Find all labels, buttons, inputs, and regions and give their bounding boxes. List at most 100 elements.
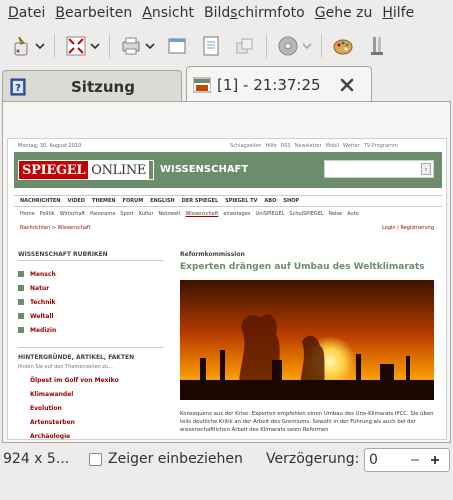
increment-button[interactable] bbox=[425, 449, 445, 471]
bullet-icon bbox=[18, 299, 24, 305]
website-banner: SPIEGEL ONLINE WISSENSCHAFT › bbox=[14, 152, 442, 188]
disc-dropdown[interactable] bbox=[301, 33, 313, 59]
subnav-item: UniSPIEGEL bbox=[255, 211, 285, 217]
palette-icon bbox=[333, 39, 353, 55]
chevron-down-icon bbox=[302, 43, 312, 49]
menu-item-5[interactable]: Hilfe bbox=[380, 5, 422, 21]
nav-item: SHOP bbox=[283, 198, 300, 204]
sidebar-link: Artensterben bbox=[30, 418, 75, 426]
document-icon bbox=[203, 36, 219, 56]
menu-item-2[interactable]: Ansicht bbox=[140, 5, 202, 21]
delay-label: Verzögerung: bbox=[266, 451, 360, 467]
toplink: Schlagzeilen bbox=[230, 143, 262, 149]
website-nav: NACHRICHTEN VIDEO THEMEN FORUM ENGLISH DER SP… bbox=[14, 195, 442, 207]
subnav-item: Reise bbox=[328, 211, 343, 217]
website-section-title: WISSENSCHAFT bbox=[160, 164, 249, 175]
website-subnav: Home Politik Wirtschaft Panorama Sport Kultur… bbox=[14, 209, 442, 219]
article-image bbox=[180, 280, 434, 400]
nav-item: THEMEN bbox=[92, 198, 116, 204]
statusbar: 924 x 5... Zeiger einbeziehen Verzögerun… bbox=[0, 448, 453, 474]
fit-button[interactable] bbox=[63, 33, 89, 59]
sidebar-item: Natur bbox=[18, 281, 164, 295]
decrement-button[interactable] bbox=[405, 449, 425, 471]
tab-screenshot-label: [1] - 21:37:25 bbox=[217, 75, 321, 94]
tools-button[interactable] bbox=[364, 33, 390, 59]
sidebar-item: Medizin bbox=[18, 323, 164, 337]
close-tab-button[interactable] bbox=[339, 77, 355, 93]
toplink: Newsletter bbox=[294, 143, 322, 149]
subnav-item: Kultur bbox=[138, 211, 154, 217]
tab-session[interactable]: ? Sitzung bbox=[2, 70, 182, 102]
spiegel-logo: SPIEGEL ONLINE bbox=[18, 160, 154, 180]
toolbar-separator bbox=[321, 34, 322, 58]
menu-item-0[interactable]: Datei bbox=[6, 5, 53, 21]
website-sidebar: WISSENSCHAFT RUBRIKEN Mensch Natur Technik… bbox=[18, 251, 164, 440]
tools-icon bbox=[371, 37, 383, 55]
screenshot-preview[interactable]: Montag, 30. August 2010 Schlagzeilen Hilf… bbox=[7, 138, 447, 440]
screenshot-thumbnail-icon bbox=[193, 77, 211, 92]
website-article: Reformkommission Experten drängen auf Um… bbox=[180, 251, 434, 434]
website-date: Montag, 30. August 2010 bbox=[18, 143, 82, 149]
nav-item: FORUM bbox=[122, 198, 144, 204]
toolbar-separator bbox=[54, 34, 55, 58]
screenshot-preview-frame: Montag, 30. August 2010 Schlagzeilen Hilf… bbox=[2, 101, 451, 443]
copy-button[interactable] bbox=[232, 33, 258, 59]
sidebar-item: Weltall bbox=[18, 309, 164, 323]
minus-icon bbox=[411, 459, 419, 461]
window-button[interactable] bbox=[164, 33, 190, 59]
delay-value[interactable]: 0 bbox=[369, 452, 405, 468]
fit-icon bbox=[66, 36, 86, 56]
article-headline: Experten drängen auf Umbau des Weltklima… bbox=[180, 262, 425, 272]
print-dropdown[interactable] bbox=[144, 33, 156, 59]
disc-icon bbox=[278, 36, 298, 56]
plus-icon bbox=[431, 456, 439, 464]
print-button[interactable] bbox=[118, 33, 144, 59]
fit-dropdown[interactable] bbox=[89, 33, 101, 59]
subnav-item: SchulSPIEGEL bbox=[289, 211, 324, 217]
article-kicker: Reformkommission bbox=[180, 251, 245, 258]
toolbar-separator bbox=[109, 34, 110, 58]
chevron-down-icon bbox=[145, 43, 155, 49]
disc-button[interactable] bbox=[275, 33, 301, 59]
menu-item-3[interactable]: Bildschirmfoto bbox=[202, 5, 313, 21]
subnav-item: Auto bbox=[347, 211, 359, 217]
include-pointer-checkbox[interactable] bbox=[89, 453, 102, 466]
include-pointer-label[interactable]: Zeiger einbeziehen bbox=[108, 451, 243, 467]
clean-button[interactable] bbox=[8, 33, 34, 59]
bullet-icon bbox=[18, 285, 24, 291]
nav-item: ENGLISH bbox=[150, 198, 175, 204]
nav-item: ABO bbox=[264, 198, 277, 204]
toplink: Wetter bbox=[343, 143, 360, 149]
website-toplinks: Schlagzeilen Hilfe RSS Newsletter Mobil Wette… bbox=[230, 143, 398, 149]
menu-item-1[interactable]: Bearbeiten bbox=[53, 5, 140, 21]
toolbar-separator bbox=[266, 34, 267, 58]
toplink: Hilfe bbox=[265, 143, 277, 149]
toplink: RSS bbox=[280, 143, 291, 149]
subnav-item: Politik bbox=[39, 211, 55, 217]
bullet-icon bbox=[18, 271, 24, 277]
sidebar-note: finden Sie auf den Themenseiten zu... bbox=[18, 364, 113, 370]
sidebar-heading-2: HINTERGRÜNDE, ARTIKEL, FAKTEN bbox=[18, 347, 164, 361]
tab-screenshot-1[interactable]: [1] - 21:37:25 bbox=[186, 66, 372, 102]
subnav-item: Wirtschaft bbox=[59, 211, 86, 217]
subnav-item: Netzwelt bbox=[158, 211, 181, 217]
sidebar-link: Ölpest im Golf von Mexiko bbox=[30, 376, 119, 384]
copy-icon bbox=[236, 38, 253, 54]
sidebar-link: Evolution bbox=[30, 404, 62, 412]
sidebar-link: Archäologie bbox=[30, 432, 71, 440]
website-login: Login | Registrierung bbox=[382, 225, 434, 231]
website-search-field: › bbox=[324, 160, 434, 178]
subnav-item: Wissenschaft bbox=[185, 211, 219, 217]
article-teaser: Konsequenz aus der Krise: Experten empfe… bbox=[180, 411, 434, 433]
nav-item: VIDEO bbox=[67, 198, 86, 204]
clean-dropdown[interactable] bbox=[34, 33, 46, 59]
toolbar bbox=[0, 28, 453, 64]
palette-button[interactable] bbox=[330, 33, 356, 59]
sidebar-item: Technik bbox=[18, 295, 164, 309]
tab-bar: ? Sitzung [1] - 21:37:25 bbox=[0, 66, 453, 102]
toplink: Mobil bbox=[325, 143, 340, 149]
document-button[interactable] bbox=[198, 33, 224, 59]
delay-spinbutton[interactable]: 0 bbox=[364, 448, 450, 472]
subnav-item: Home bbox=[20, 211, 35, 217]
menu-item-4[interactable]: Gehe zu bbox=[313, 5, 381, 21]
